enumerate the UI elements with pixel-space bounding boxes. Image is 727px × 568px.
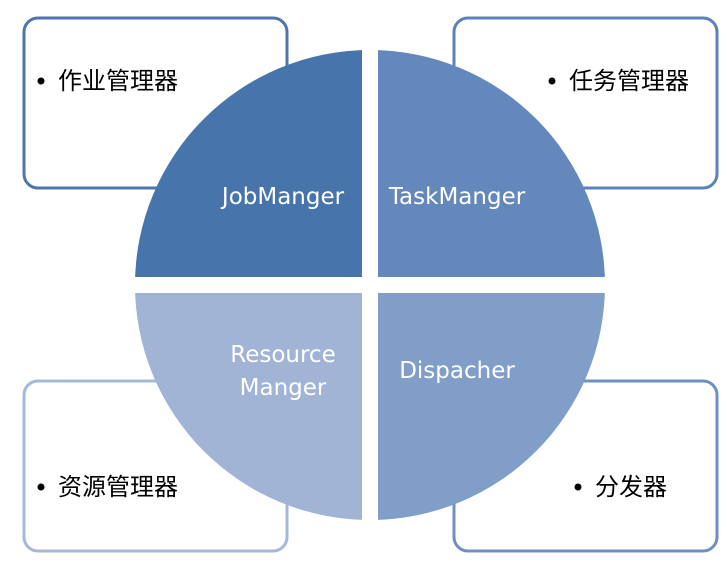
separator-horizontal xyxy=(125,277,615,293)
quadrant-label-bottom-left-line1: Resource xyxy=(230,342,335,368)
box-label-top-left: 作业管理器 xyxy=(58,67,178,95)
quadrant-label-bottom-left-line2: Manger xyxy=(240,375,327,401)
bullet-icon xyxy=(574,483,582,491)
bullet-icon xyxy=(548,77,556,85)
box-label-top-right: 任务管理器 xyxy=(569,67,689,95)
quadrant-label-top-right: TaskManger xyxy=(388,184,526,210)
matrix-diagram: JobManger TaskManger Resource Manger Dis… xyxy=(22,16,719,553)
box-label-bottom-left: 资源管理器 xyxy=(58,473,178,501)
bullet-icon xyxy=(37,77,45,85)
box-label-bottom-right: 分发器 xyxy=(595,473,667,501)
quadrant-label-bottom-right: Dispacher xyxy=(399,358,515,384)
bullet-icon xyxy=(37,483,45,491)
quadrant-label-top-left: JobManger xyxy=(220,184,345,210)
